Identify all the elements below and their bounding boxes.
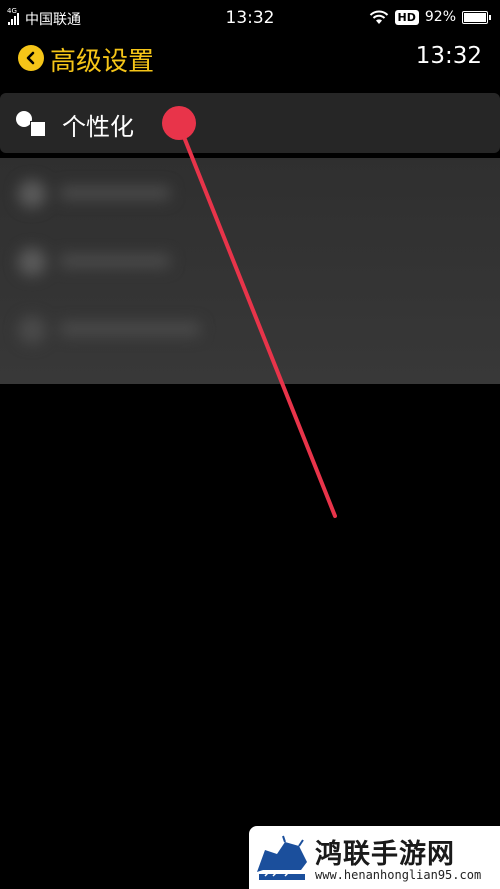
annotation-pointer <box>162 106 337 518</box>
watermark-url: www.henanhonglian95.com <box>315 868 482 882</box>
buffalo-logo-icon <box>255 832 309 882</box>
watermark: 鸿联手游网 www.henanhonglian95.com <box>249 826 500 889</box>
pointer-dot <box>162 106 196 140</box>
watermark-name: 鸿联手游网 <box>315 839 455 870</box>
